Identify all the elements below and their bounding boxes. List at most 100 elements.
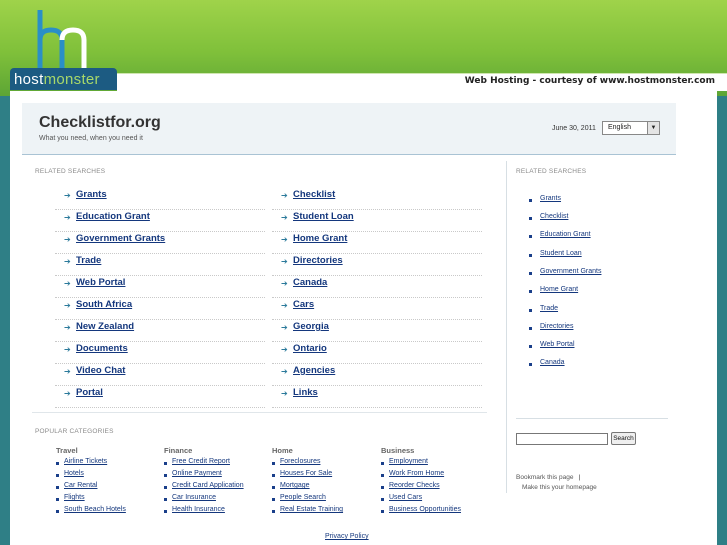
arrow-right-icon: ➔ [281, 389, 288, 398]
related-link[interactable]: Canada [293, 277, 327, 288]
sidebar-list-item: Education Grant [529, 231, 669, 249]
sidebar-list-item: Directories [529, 323, 669, 341]
arrow-right-icon: ➔ [281, 235, 288, 244]
sidebar-link[interactable]: Trade [540, 305, 558, 312]
related-link-row[interactable]: ➔ Portal [55, 386, 265, 408]
popular-categories-label: POPULAR CATEGORIES [35, 428, 114, 435]
sidebar-link[interactable]: Grants [540, 195, 561, 202]
category-link[interactable]: Airline Tickets [64, 458, 107, 465]
bullet-icon [529, 345, 532, 348]
related-link-row[interactable]: ➔ Agencies [272, 364, 482, 386]
category-link[interactable]: Used Cars [389, 494, 422, 501]
related-link-row[interactable]: ➔ South Africa [55, 298, 265, 320]
related-link-row[interactable]: ➔ Video Chat [55, 364, 265, 386]
sidebar-link[interactable]: Canada [540, 359, 565, 366]
category-item: Real Estate Training [272, 506, 382, 518]
category-link[interactable]: Flights [64, 494, 85, 501]
search-button[interactable]: Search [611, 432, 636, 445]
search-input[interactable] [516, 433, 608, 445]
related-link[interactable]: Directories [293, 255, 343, 266]
category-link[interactable]: Free Credit Report [172, 458, 230, 465]
category-link[interactable]: Employment [389, 458, 428, 465]
parked-page: Checklistfor.org What you need, when you… [10, 91, 717, 545]
related-link-row[interactable]: ➔ Student Loan [272, 210, 482, 232]
related-link[interactable]: Trade [76, 255, 101, 266]
related-link-row[interactable]: ➔ Georgia [272, 320, 482, 342]
sidebar-list-item: Home Grant [529, 286, 669, 304]
category-link[interactable]: Credit Card Application [172, 482, 244, 489]
sidebar-related-label: RELATED SEARCHES [516, 168, 587, 175]
related-link[interactable]: New Zealand [76, 321, 134, 332]
sidebar-link[interactable]: Checklist [540, 213, 568, 220]
category-link[interactable]: People Search [280, 494, 326, 501]
related-link-row[interactable]: ➔ Cars [272, 298, 482, 320]
category-item: Mortgage [272, 482, 382, 494]
bullet-icon [164, 510, 167, 513]
related-link-row[interactable]: ➔ Links [272, 386, 482, 408]
sidebar-link[interactable]: Education Grant [540, 231, 591, 238]
related-link[interactable]: Web Portal [76, 277, 125, 288]
related-link[interactable]: Portal [76, 387, 103, 398]
hostmonster-wordmark[interactable]: hostmonster [14, 71, 100, 88]
related-link[interactable]: South Africa [76, 299, 132, 310]
category-link[interactable]: Reorder Checks [389, 482, 440, 489]
arrow-right-icon: ➔ [64, 323, 71, 332]
privacy-policy-link[interactable]: Privacy Policy [325, 533, 369, 540]
related-link-row[interactable]: ➔ Web Portal [55, 276, 265, 298]
related-link[interactable]: Home Grant [293, 233, 347, 244]
related-link[interactable]: Grants [76, 189, 107, 200]
hosting-text[interactable]: Web Hosting - courtesy of www.hostmonste… [465, 76, 715, 86]
related-link[interactable]: Video Chat [76, 365, 125, 376]
sidebar-link[interactable]: Home Grant [540, 286, 578, 293]
homepage-link[interactable]: Make this your homepage [522, 484, 597, 491]
category-link[interactable]: South Beach Hotels [64, 506, 126, 513]
category-link[interactable]: Business Opportunities [389, 506, 461, 513]
related-link[interactable]: Georgia [293, 321, 329, 332]
category-link[interactable]: Health Insurance [172, 506, 225, 513]
category-link[interactable]: Mortgage [280, 482, 310, 489]
related-link[interactable]: Cars [293, 299, 314, 310]
dropdown-arrow-icon[interactable]: ▼ [647, 122, 659, 134]
category-link[interactable]: Hotels [64, 470, 84, 477]
page-date: June 30, 2011 [552, 125, 596, 132]
sidebar-link[interactable]: Government Grants [540, 268, 601, 275]
related-link-row[interactable]: ➔ Ontario [272, 342, 482, 364]
category-item: People Search [272, 494, 382, 506]
sidebar-list-item: Government Grants [529, 268, 669, 286]
sidebar-link[interactable]: Web Portal [540, 341, 575, 348]
category-link[interactable]: Real Estate Training [280, 506, 343, 513]
related-link[interactable]: Links [293, 387, 318, 398]
related-link[interactable]: Education Grant [76, 211, 150, 222]
sidebar-link[interactable]: Student Loan [540, 250, 582, 257]
related-link-row[interactable]: ➔ Government Grants [55, 232, 265, 254]
related-link[interactable]: Student Loan [293, 211, 354, 222]
related-link-row[interactable]: ➔ Canada [272, 276, 482, 298]
category-link[interactable]: Houses For Sale [280, 470, 332, 477]
related-link-row[interactable]: ➔ Documents [55, 342, 265, 364]
category-link[interactable]: Online Payment [172, 470, 222, 477]
related-link-row[interactable]: ➔ New Zealand [55, 320, 265, 342]
bookmark-link[interactable]: Bookmark this page [516, 474, 573, 481]
related-link-row[interactable]: ➔ Directories [272, 254, 482, 276]
related-link-row[interactable]: ➔ Home Grant [272, 232, 482, 254]
related-link[interactable]: Government Grants [76, 233, 165, 244]
related-link[interactable]: Agencies [293, 365, 335, 376]
sidebar-link[interactable]: Directories [540, 323, 573, 330]
related-link-row[interactable]: ➔ Trade [55, 254, 265, 276]
related-link-row[interactable]: ➔ Education Grant [55, 210, 265, 232]
category-link[interactable]: Foreclosures [280, 458, 320, 465]
related-link-row[interactable]: ➔ Grants [55, 188, 265, 210]
category-link[interactable]: Car Rental [64, 482, 97, 489]
bullet-icon [529, 309, 532, 312]
language-select[interactable]: English ▼ [602, 121, 660, 135]
related-link-row[interactable]: ➔ Checklist [272, 188, 482, 210]
related-link[interactable]: Checklist [293, 189, 335, 200]
related-link[interactable]: Ontario [293, 343, 327, 354]
related-link[interactable]: Documents [76, 343, 128, 354]
arrow-right-icon: ➔ [64, 367, 71, 376]
category-item: Car Rental [56, 482, 166, 494]
category-link[interactable]: Car Insurance [172, 494, 216, 501]
arrow-right-icon: ➔ [281, 213, 288, 222]
bullet-icon [56, 486, 59, 489]
category-link[interactable]: Work From Home [389, 470, 444, 477]
